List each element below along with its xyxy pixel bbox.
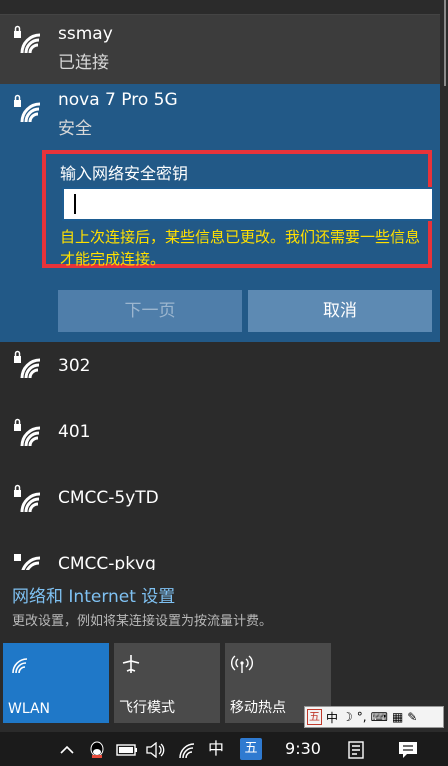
grid-icon[interactable]: ▦ [392, 710, 403, 724]
tile-label: 移动热点 [230, 700, 286, 716]
network-ssid: 401 [58, 422, 91, 442]
scrollbar-thumb[interactable] [444, 0, 446, 86]
cancel-button[interactable]: 取消 [248, 290, 432, 332]
network-item-connected[interactable]: ssmay 已连接 [0, 14, 440, 85]
ime-toolbar[interactable]: 五 中 ☽ °, ⌨ ▦ ✎ [304, 706, 444, 728]
wifi-icon [12, 658, 28, 674]
security-key-input[interactable] [62, 187, 434, 221]
tile-label: 飞行模式 [119, 700, 175, 716]
warning-message: 自上次连接后，某些信息已更改。我们还需要一些信息才能完成连接。 [60, 228, 421, 268]
moon-icon[interactable]: ☽ [342, 710, 353, 724]
ime-logo[interactable]: 五 [307, 709, 322, 725]
tile-label: WLAN [8, 701, 51, 717]
secured-wifi-icon [14, 484, 41, 513]
qq-icon[interactable] [86, 732, 108, 766]
network-status: 安全 [58, 119, 92, 139]
airplane-mode-tile[interactable]: 飞行模式 [114, 643, 220, 723]
network-item[interactable]: 302 [0, 342, 440, 408]
punctuation-icon[interactable]: °, [357, 710, 367, 724]
chevron-up-icon[interactable] [56, 732, 78, 766]
network-ssid: nova 7 Pro 5G [58, 90, 178, 110]
network-settings-link[interactable]: 网络和 Internet 设置 [12, 582, 175, 607]
wrench-icon[interactable]: ✎ [407, 710, 417, 724]
network-ssid: CMCC-pkvg [58, 554, 156, 570]
network-settings-description: 更改设置，例如将某连接设置为按流量计费。 [12, 614, 273, 629]
network-ssid: CMCC-5yTD [58, 488, 159, 508]
battery-icon[interactable] [114, 732, 140, 766]
network-item-expanded[interactable]: nova 7 Pro 5G 安全 输入网络安全密钥 自上次连接后，某些信息已更改… [0, 84, 440, 342]
ime-mode[interactable]: 中 [326, 709, 338, 726]
hotspot-icon [231, 655, 253, 673]
network-ssid: 302 [58, 356, 91, 376]
airplane-icon [122, 655, 140, 673]
network-status: 已连接 [58, 53, 109, 73]
input-language-indicator[interactable]: 中 [204, 732, 228, 766]
volume-icon[interactable] [144, 732, 166, 766]
network-ssid: ssmay [58, 24, 113, 44]
clock[interactable]: 9:30 [280, 732, 326, 766]
keyboard-icon[interactable]: ⌨ [371, 710, 388, 724]
security-key-label: 输入网络安全密钥 [60, 164, 189, 183]
ime-indicator[interactable]: 五 [240, 738, 262, 760]
wlan-tile[interactable]: WLAN [3, 643, 109, 723]
network-item[interactable]: 401 [0, 408, 440, 474]
wifi-icon[interactable] [176, 732, 198, 766]
secured-wifi-icon [14, 25, 41, 54]
action-center-icon[interactable] [396, 732, 420, 766]
security-key-panel: 输入网络安全密钥 自上次连接后，某些信息已更改。我们还需要一些信息才能完成连接。 [42, 150, 434, 268]
next-button[interactable]: 下一页 [58, 290, 242, 332]
network-flyout: ssmay 已连接 nova 7 Pro 5G 安全 输入网络安全密钥 自上次连… [0, 0, 448, 732]
network-item[interactable]: CMCC-5yTD [0, 474, 440, 540]
text-cursor [74, 194, 76, 214]
network-item[interactable]: CMCC-pkvg [0, 540, 440, 570]
taskbar: 中 五 9:30 [0, 732, 448, 766]
notes-icon[interactable] [344, 732, 368, 766]
secured-wifi-icon [14, 94, 41, 123]
secured-wifi-icon [14, 554, 41, 570]
secured-wifi-icon [14, 418, 41, 447]
secured-wifi-icon [14, 350, 41, 379]
